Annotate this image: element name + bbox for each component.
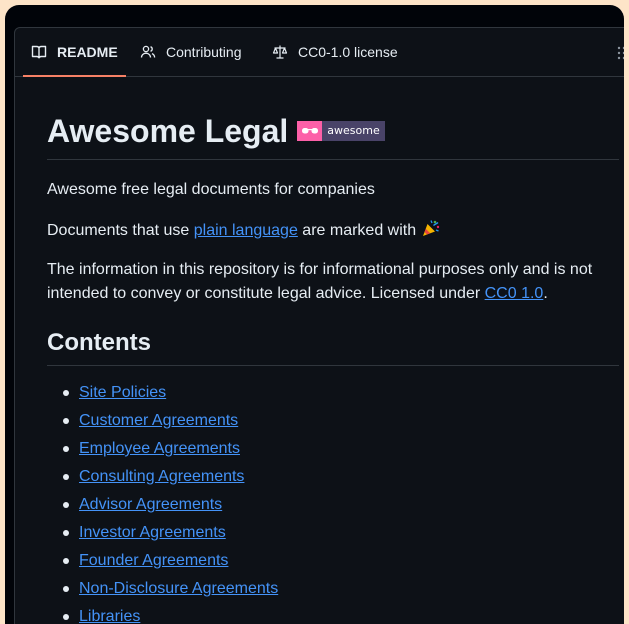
tab-contributing[interactable]: Contributing (140, 28, 242, 76)
contents-link-investor-agreements[interactable]: Investor Agreements (79, 524, 226, 541)
party-popper-icon (421, 218, 441, 246)
tab-label: CC0-1.0 license (298, 44, 398, 60)
contents-divider (47, 365, 619, 366)
list-item: Advisor Agreements (47, 493, 278, 521)
note-text: are marked with (297, 222, 421, 239)
contents-heading: Contents (47, 329, 151, 356)
badge-label: awesome (322, 121, 385, 141)
plain-language-note: Documents that use plain language are ma… (47, 218, 441, 246)
readme-panel: README Contributing CC0-1.0 license Awes… (14, 27, 624, 624)
tab-label: README (57, 44, 118, 60)
cc0-link[interactable]: CC0 1.0 (485, 285, 544, 302)
list-item: Non-Disclosure Agreements (47, 577, 278, 605)
list-item: Consulting Agreements (47, 465, 278, 493)
contents-link-employee-agreements[interactable]: Employee Agreements (79, 440, 240, 457)
tab-readme[interactable]: README (23, 28, 126, 77)
list-item: Investor Agreements (47, 521, 278, 549)
contents-link-consulting-agreements[interactable]: Consulting Agreements (79, 468, 244, 485)
more-options-icon[interactable] (615, 45, 624, 61)
title-divider (47, 159, 619, 160)
list-item: Founder Agreements (47, 549, 278, 577)
readme-tab-bar: README Contributing CC0-1.0 license (15, 28, 624, 77)
disclaimer-text: The information in this repository is fo… (47, 258, 619, 306)
contents-link-site-policies[interactable]: Site Policies (79, 384, 166, 401)
tab-label: Contributing (166, 44, 242, 60)
contents-link-founder-agreements[interactable]: Founder Agreements (79, 552, 228, 569)
awesome-badge[interactable]: awesome (297, 121, 385, 141)
contents-list: Site Policies Customer Agreements Employ… (47, 381, 278, 624)
plain-language-link[interactable]: plain language (194, 222, 298, 239)
note-text: Documents that use (47, 222, 194, 239)
tab-license[interactable]: CC0-1.0 license (272, 28, 398, 76)
title-text: Awesome Legal (47, 113, 289, 149)
contents-link-libraries[interactable]: Libraries (79, 608, 140, 624)
sunglasses-icon (297, 121, 323, 141)
contents-link-customer-agreements[interactable]: Customer Agreements (79, 412, 238, 429)
list-item: Customer Agreements (47, 409, 278, 437)
contents-link-nda[interactable]: Non-Disclosure Agreements (79, 580, 278, 597)
disclaimer-end: . (543, 285, 548, 302)
list-item: Libraries (47, 605, 278, 624)
list-item: Site Policies (47, 381, 278, 409)
readme-title: Awesome Legal awesome (47, 111, 385, 151)
intro-text: Awesome free legal documents for compani… (47, 181, 375, 198)
window-frame: README Contributing CC0-1.0 license Awes… (5, 5, 624, 624)
book-icon (31, 45, 47, 59)
contents-link-advisor-agreements[interactable]: Advisor Agreements (79, 496, 222, 513)
law-icon (272, 45, 288, 59)
list-item: Employee Agreements (47, 437, 278, 465)
people-icon (140, 45, 156, 58)
